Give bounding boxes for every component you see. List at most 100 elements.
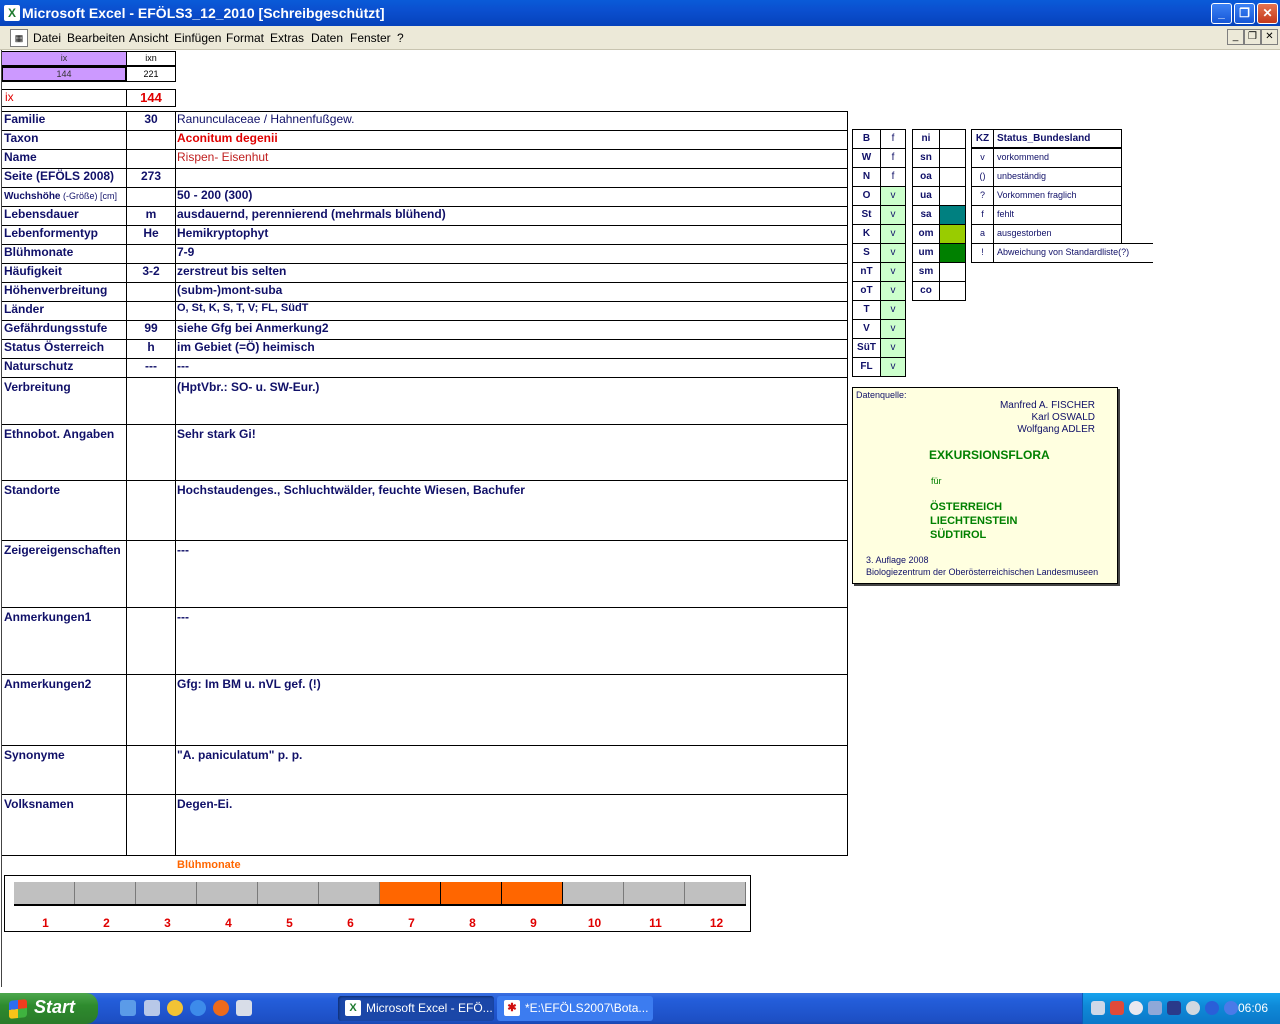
altitude-code-cell[interactable]: sa <box>912 205 940 225</box>
shield-icon[interactable] <box>1167 1001 1181 1015</box>
field-value[interactable]: O, St, K, S, T, V; FL, SüdT <box>177 302 845 319</box>
altitude-color-cell[interactable] <box>939 243 966 263</box>
legend-text-cell[interactable]: fehlt <box>993 205 1122 225</box>
state-status-cell[interactable]: f <box>880 129 906 149</box>
altitude-code-cell[interactable]: co <box>912 281 940 301</box>
field-label[interactable]: Zeigereigenschaften <box>4 543 124 608</box>
field-value[interactable]: (HptVbr.: SO- u. SW-Eur.) <box>177 380 845 425</box>
avira-icon[interactable] <box>1224 1001 1238 1015</box>
field-code[interactable] <box>127 610 175 675</box>
legend-status-header[interactable]: Status_Bundesland <box>993 129 1122 148</box>
state-status-cell[interactable]: v <box>880 205 906 225</box>
altitude-code-cell[interactable]: sm <box>912 262 940 282</box>
field-label[interactable]: Gefährdungsstufe <box>4 321 124 338</box>
field-value[interactable]: zerstreut bis selten <box>177 264 845 281</box>
altitude-color-cell[interactable] <box>939 129 966 149</box>
field-value[interactable] <box>177 169 845 186</box>
legend-text-cell[interactable]: unbeständig <box>993 167 1122 187</box>
state-status-cell[interactable]: v <box>880 357 906 377</box>
workbook-icon[interactable]: ▦ <box>10 29 28 47</box>
altitude-code-cell[interactable]: om <box>912 224 940 244</box>
altitude-color-cell[interactable] <box>939 148 966 168</box>
field-code[interactable] <box>127 283 175 300</box>
field-label[interactable]: Standorte <box>4 483 124 541</box>
state-status-cell[interactable]: v <box>880 224 906 244</box>
field-value[interactable]: --- <box>177 359 845 376</box>
altitude-color-cell[interactable] <box>939 186 966 206</box>
legend-kz-cell[interactable]: v <box>971 148 994 168</box>
legend-text-cell[interactable]: Vorkommen fraglich <box>993 186 1122 206</box>
ix-value-cell[interactable]: 144 <box>126 89 176 107</box>
ixn-header-cell[interactable]: ixn <box>126 51 176 66</box>
field-value[interactable]: ausdauernd, perennierend (mehrmals blühe… <box>177 207 845 224</box>
altitude-code-cell[interactable]: ua <box>912 186 940 206</box>
minimize-button[interactable]: _ <box>1211 3 1232 24</box>
firefox-icon[interactable] <box>213 1000 229 1016</box>
state-status-cell[interactable]: v <box>880 243 906 263</box>
app-quicklaunch-icon[interactable] <box>236 1000 252 1016</box>
state-code-cell[interactable]: K <box>852 224 881 244</box>
state-code-cell[interactable]: B <box>852 129 881 149</box>
mdi-minimize-button[interactable]: _ <box>1227 29 1244 45</box>
menu-help[interactable]: ? <box>397 31 404 45</box>
excel-app-icon[interactable]: X <box>4 5 20 21</box>
menu-extras[interactable]: Extras <box>270 31 304 45</box>
state-status-cell[interactable]: v <box>880 281 906 301</box>
search-icon[interactable] <box>1129 1001 1143 1015</box>
field-label[interactable]: Höhenverbreitung <box>4 283 124 300</box>
menu-einfuegen[interactable]: Einfügen <box>174 31 221 45</box>
state-code-cell[interactable]: O <box>852 186 881 206</box>
state-status-cell[interactable]: v <box>880 319 906 339</box>
menu-bearbeiten[interactable]: Bearbeiten <box>67 31 125 45</box>
field-label[interactable]: Lebensdauer <box>4 207 124 224</box>
tray-app-icon[interactable] <box>1148 1001 1162 1015</box>
field-label[interactable]: Anmerkungen2 <box>4 677 124 746</box>
explorer-icon[interactable] <box>144 1000 160 1016</box>
restore-button[interactable]: ❐ <box>1234 3 1255 24</box>
state-code-cell[interactable]: W <box>852 148 881 168</box>
field-value[interactable]: --- <box>177 543 845 608</box>
state-status-cell[interactable]: v <box>880 300 906 320</box>
mdi-close-button[interactable]: ✕ <box>1261 29 1278 45</box>
altitude-code-cell[interactable]: oa <box>912 167 940 187</box>
altitude-color-cell[interactable] <box>939 281 966 301</box>
field-code[interactable] <box>127 188 175 205</box>
state-code-cell[interactable]: St <box>852 205 881 225</box>
field-code[interactable]: 99 <box>127 321 175 338</box>
field-code[interactable] <box>127 427 175 481</box>
field-label[interactable]: Synonyme <box>4 748 124 795</box>
legend-text-cell[interactable]: Abweichung von Standardliste(?) <box>993 243 1153 263</box>
task-excel[interactable]: X Microsoft Excel - EFÖ... <box>338 996 494 1021</box>
ix-header-cell[interactable]: ix <box>1 51 127 66</box>
mdi-restore-button[interactable]: ❐ <box>1244 29 1261 45</box>
field-value[interactable]: --- <box>177 610 845 675</box>
field-value[interactable]: Degen-Ei. <box>177 797 845 856</box>
field-label[interactable]: Verbreitung <box>4 380 124 425</box>
state-code-cell[interactable]: oT <box>852 281 881 301</box>
field-value[interactable]: Hochstaudenges., Schluchtwälder, feuchte… <box>177 483 845 541</box>
field-code[interactable] <box>127 483 175 541</box>
field-label[interactable]: Blühmonate <box>4 245 124 262</box>
legend-kz-cell[interactable]: ! <box>971 243 994 263</box>
field-code[interactable] <box>127 380 175 425</box>
field-code[interactable] <box>127 748 175 795</box>
field-code[interactable] <box>127 677 175 746</box>
ixn-value-cell[interactable]: 221 <box>126 66 176 82</box>
field-code[interactable]: m <box>127 207 175 224</box>
state-code-cell[interactable]: T <box>852 300 881 320</box>
legend-kz-cell[interactable]: a <box>971 224 994 244</box>
field-value[interactable]: (subm-)mont-suba <box>177 283 845 300</box>
field-value[interactable]: 50 - 200 (300) <box>177 188 845 205</box>
field-label[interactable]: Name <box>4 150 124 167</box>
internet-explorer-icon[interactable] <box>190 1000 206 1016</box>
field-value[interactable]: im Gebiet (=Ö) heimisch <box>177 340 845 357</box>
field-label[interactable]: Anmerkungen1 <box>4 610 124 675</box>
state-code-cell[interactable]: V <box>852 319 881 339</box>
field-label[interactable]: Ethnobot. Angaben <box>4 427 124 481</box>
field-value[interactable]: Rispen- Eisenhut <box>177 150 845 167</box>
ix-label-cell[interactable]: ix <box>1 89 127 107</box>
field-code[interactable]: He <box>127 226 175 243</box>
altitude-code-cell[interactable]: um <box>912 243 940 263</box>
field-value[interactable]: 7-9 <box>177 245 845 262</box>
info-icon[interactable] <box>1205 1001 1219 1015</box>
